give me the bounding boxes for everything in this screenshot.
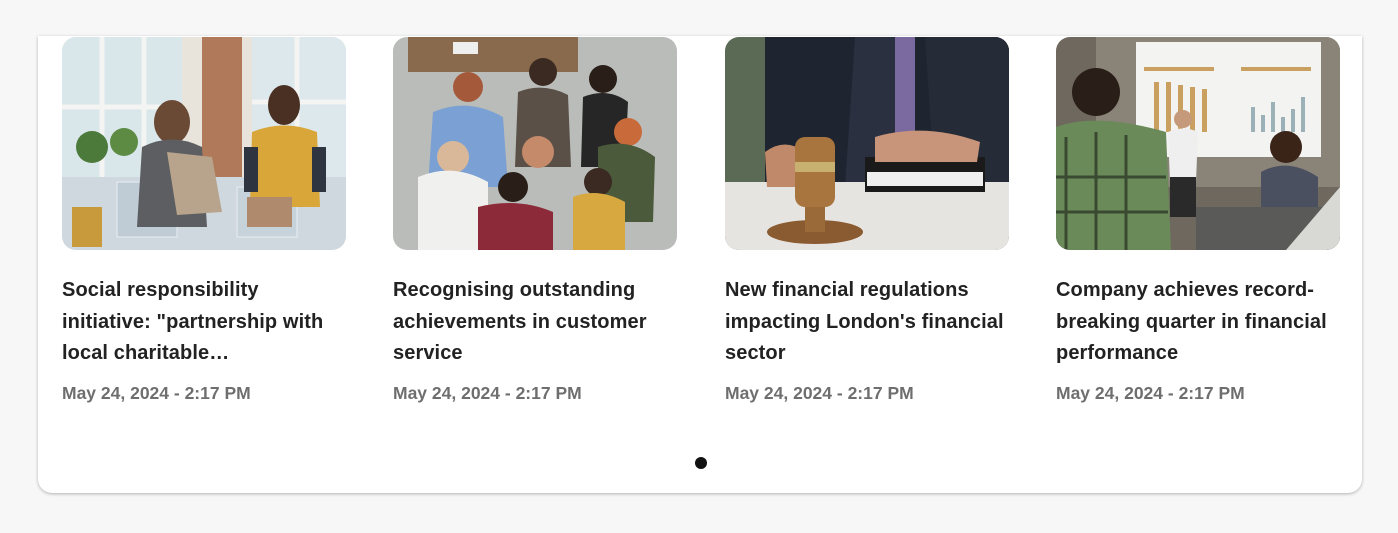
article-title[interactable]: Company achieves record-breaking quarter…: [1056, 275, 1340, 370]
article-image[interactable]: [1056, 37, 1340, 250]
article-date: May 24, 2024 - 2:17 PM: [725, 383, 914, 403]
article-date: May 24, 2024 - 2:17 PM: [62, 383, 251, 403]
article-card[interactable]: Social responsibility initiative: "partn…: [62, 37, 346, 403]
news-carousel: Social responsibility initiative: "partn…: [38, 36, 1362, 493]
article-date: May 24, 2024 - 2:17 PM: [393, 383, 582, 403]
article-card[interactable]: New financial regulations impacting Lond…: [725, 37, 1009, 403]
article-card[interactable]: Company achieves record-breaking quarter…: [1056, 37, 1340, 403]
carousel-page-indicator[interactable]: [695, 457, 707, 469]
article-title[interactable]: Social responsibility initiative: "partn…: [62, 275, 346, 370]
article-image[interactable]: [393, 37, 677, 250]
article-title[interactable]: Recognising outstanding achievements in …: [393, 275, 677, 370]
article-date: May 24, 2024 - 2:17 PM: [1056, 383, 1245, 403]
article-image[interactable]: [62, 37, 346, 250]
article-title[interactable]: New financial regulations impacting Lond…: [725, 275, 1009, 370]
article-card[interactable]: Recognising outstanding achievements in …: [393, 37, 677, 403]
article-image[interactable]: [725, 37, 1009, 250]
